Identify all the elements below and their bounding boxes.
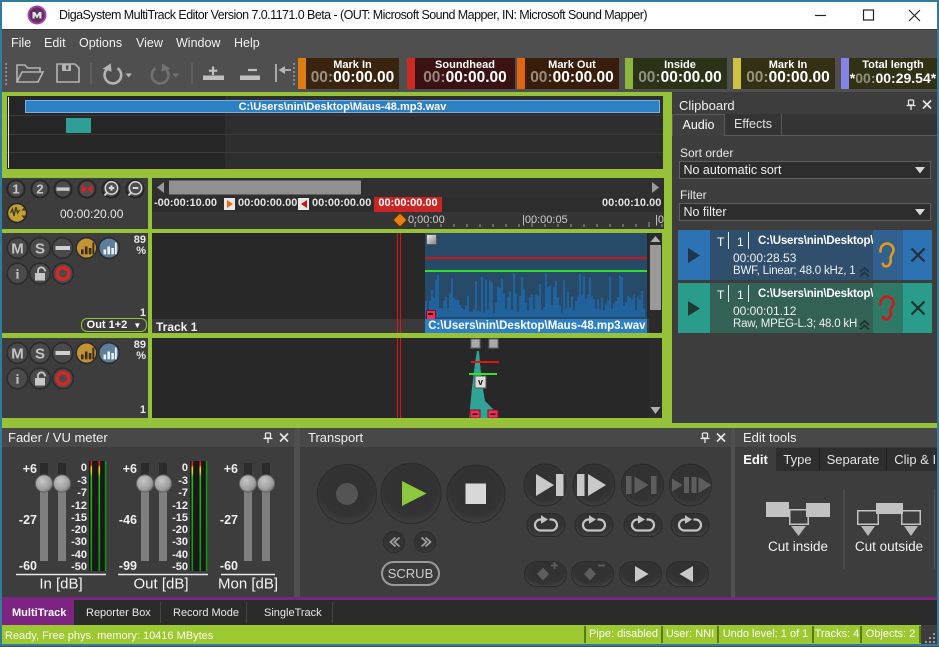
svg-text:S: S: [35, 346, 45, 363]
svg-text:+6: +6: [224, 462, 238, 476]
svg-text:-27: -27: [19, 513, 37, 527]
svg-text:-50: -50: [172, 561, 188, 573]
svg-text:-7: -7: [77, 487, 87, 499]
svg-text:-12: -12: [172, 500, 188, 512]
svg-text:Cut inside: Cut inside: [768, 539, 828, 554]
svg-text:-15: -15: [172, 512, 188, 524]
svg-text:Cut outside: Cut outside: [855, 539, 923, 554]
svg-text:-27: -27: [220, 513, 238, 527]
svg-text:M: M: [11, 346, 24, 363]
svg-text:Mon [dB]: Mon [dB]: [218, 576, 278, 593]
svg-text:-40: -40: [172, 549, 188, 561]
svg-text:+6: +6: [23, 462, 37, 476]
svg-text:-99: -99: [119, 559, 137, 573]
svg-text:-50: -50: [71, 561, 87, 573]
svg-text:S: S: [35, 241, 45, 258]
svg-text:v: v: [478, 377, 483, 387]
svg-text:-20: -20: [172, 524, 188, 536]
svg-text:1: 1: [12, 182, 19, 197]
svg-text:-7: -7: [178, 487, 188, 499]
svg-text:0: 0: [81, 462, 87, 474]
svg-text:-3: -3: [178, 475, 188, 487]
svg-text:i: i: [16, 268, 20, 283]
svg-text:-12: -12: [71, 500, 87, 512]
svg-text:M: M: [11, 241, 24, 258]
svg-text:0: 0: [182, 462, 188, 474]
svg-text:-30: -30: [172, 536, 188, 548]
svg-text:+6: +6: [123, 462, 137, 476]
svg-text:-46: -46: [119, 513, 137, 527]
svg-text:SCRUB: SCRUB: [388, 566, 434, 581]
svg-text:i: i: [16, 373, 20, 388]
svg-text:2: 2: [36, 182, 43, 197]
svg-text:In [dB]: In [dB]: [39, 576, 82, 593]
svg-text:-3: -3: [77, 475, 87, 487]
svg-text:-15: -15: [71, 512, 87, 524]
svg-text:-20: -20: [71, 524, 87, 536]
svg-text:-30: -30: [71, 536, 87, 548]
svg-text:-60: -60: [19, 559, 37, 573]
svg-text:-40: -40: [71, 549, 87, 561]
svg-text:Out [dB]: Out [dB]: [133, 576, 188, 593]
svg-text:-60: -60: [220, 559, 238, 573]
